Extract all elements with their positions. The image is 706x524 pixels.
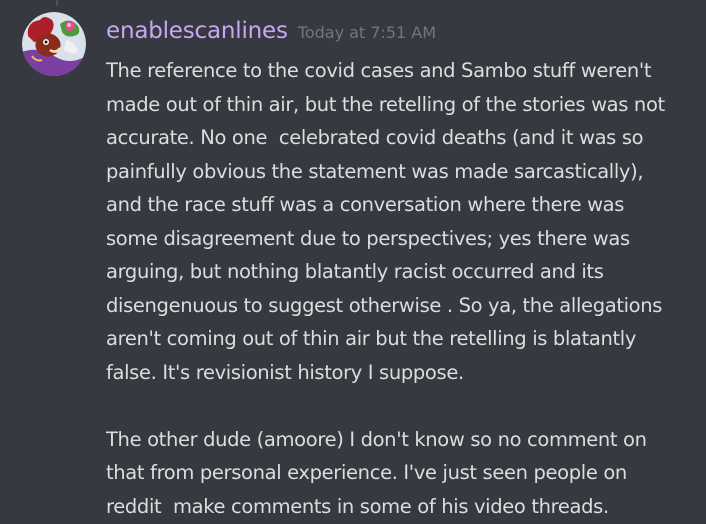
message-timestamp[interactable]: Today at 7:51 AM bbox=[298, 23, 436, 42]
message-line: arguing, but nothing blatantly racist oc… bbox=[106, 260, 604, 283]
reply-connector-line bbox=[56, 0, 58, 6]
message-content: The reference to the covid cases and Sam… bbox=[106, 54, 702, 523]
message-line: accurate. No one celebrated covid deaths… bbox=[106, 126, 644, 149]
message-line: reddit make comments in some of his vide… bbox=[106, 494, 609, 518]
message-header: enablescanlines Today at 7:51 AM bbox=[106, 18, 436, 44]
author-username[interactable]: enablescanlines bbox=[106, 18, 288, 44]
avatar[interactable] bbox=[22, 12, 86, 76]
message-line: The other dude (amoore) I don't know so … bbox=[106, 427, 647, 451]
previous-message-edge bbox=[0, 0, 706, 8]
message-line: made out of thin air, but the retelling … bbox=[106, 92, 665, 116]
message-line: painfully obvious the statement was made… bbox=[106, 159, 644, 183]
avatar-illustration-icon bbox=[22, 12, 86, 76]
message-line: aren't coming out of thin air but the re… bbox=[106, 327, 637, 350]
message-line: and the race stuff was a conversation wh… bbox=[106, 193, 625, 216]
message-line: that from personal experience. I've just… bbox=[106, 461, 627, 484]
message-line: some disagreement due to perspectives; y… bbox=[106, 226, 630, 250]
message-line: false. It's revisionist history I suppos… bbox=[106, 360, 464, 384]
message-line: The reference to the covid cases and Sam… bbox=[106, 59, 652, 82]
message-line: disengenuous to suggest otherwise . So y… bbox=[106, 293, 663, 317]
paragraph-break bbox=[106, 389, 702, 423]
